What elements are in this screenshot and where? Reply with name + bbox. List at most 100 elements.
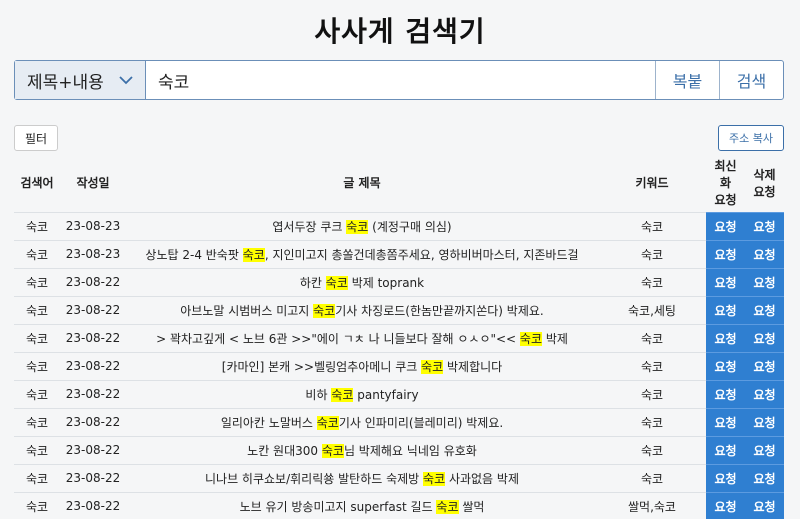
cell-keyword: 숙코 (598, 239, 706, 268)
title-text: pantyfairy (353, 387, 419, 402)
title-highlight: 숙코 (316, 415, 339, 430)
table-row[interactable]: 숙코 23-08-23 엽서두장 쿠크 숙코 (계정구매 의심) 숙코 요청 요청 (14, 211, 784, 240)
cell-title[interactable]: 하칸 숙코 박제 toprank (126, 267, 598, 296)
table-row[interactable]: 숙코 23-08-23 상노탑 2-4 반숙팟 숙코, 지인미고지 총쏠건데총쫌주세… (14, 239, 784, 268)
cell-keyword: 숙코 (598, 323, 706, 352)
cell-title[interactable]: 일리아칸 노말버스 숙코기사 인파미리(블레미리) 박제요. (126, 407, 598, 436)
cell-term: 숙코 (14, 491, 60, 519)
paste-button[interactable]: 복붙 (655, 61, 719, 99)
header-date: 작성일 (76, 176, 110, 191)
cell-keyword: 숙코 (598, 463, 706, 492)
cell-title[interactable]: 엽서두장 쿠크 숙코 (계정구매 의심) (126, 211, 598, 240)
refresh-request-button[interactable]: 요청 (706, 211, 745, 240)
cell-date: 23-08-22 (60, 379, 126, 408)
cell-keyword: 숙코 (598, 351, 706, 380)
delete-request-button[interactable]: 요청 (745, 435, 784, 464)
cell-term: 숙코 (14, 267, 60, 296)
refresh-request-button[interactable]: 요청 (706, 323, 745, 352)
refresh-request-button[interactable]: 요청 (706, 239, 745, 268)
search-button[interactable]: 검색 (719, 61, 783, 99)
table-row[interactable]: 숙코 23-08-22 > 꽉차고깊게 < 노브 6관 >>"에이 ㄱㅊ 나 니들보… (14, 323, 784, 352)
cell-keyword: 숙코 (598, 211, 706, 240)
delete-request-button[interactable]: 요청 (745, 295, 784, 324)
results-table: 검색어 작성일 글 제목 키워드 최신 화 요청 삭제 요청 숙코 23-08-2… (14, 156, 784, 519)
delete-request-button[interactable]: 요청 (745, 491, 784, 519)
search-mode-select[interactable]: 제목+내용 (15, 61, 146, 99)
title-highlight: 숙코 (331, 387, 354, 402)
delete-request-button[interactable]: 요청 (745, 407, 784, 436)
title-text: 사과없음 박제 (445, 471, 519, 486)
delete-request-button[interactable]: 요청 (745, 267, 784, 296)
cell-date: 23-08-22 (60, 295, 126, 324)
refresh-request-button[interactable]: 요청 (706, 463, 745, 492)
refresh-request-button[interactable]: 요청 (706, 435, 745, 464)
header-title: 글 제목 (343, 176, 381, 191)
refresh-request-button[interactable]: 요청 (706, 379, 745, 408)
cell-date: 23-08-22 (60, 323, 126, 352)
cell-term: 숙코 (14, 211, 60, 240)
title-text: 일리아칸 노말버스 (220, 415, 317, 430)
cell-title[interactable]: 아브노말 시범버스 미고지 숙코기사 차징로드(한놈만끝까지쏜다) 박제요. (126, 295, 598, 324)
title-text: 박제합니다 (443, 359, 503, 374)
header-refresh-request: 최신 화 요청 (714, 159, 737, 208)
title-text: 노브 유기 방송미고지 superfast 길드 (239, 499, 437, 514)
search-input[interactable]: 숙코 (146, 61, 655, 99)
cell-title[interactable]: > 꽉차고깊게 < 노브 6관 >>"에이 ㄱㅊ 나 니들보다 잘해 ㅇㅅㅇ"<… (126, 323, 598, 352)
cell-title[interactable]: [카마인] 본캐 >>벨링엄추아메니 쿠크 숙코 박제합니다 (126, 351, 598, 380)
cell-date: 23-08-22 (60, 351, 126, 380)
title-highlight: 숙코 (242, 247, 265, 262)
cell-term: 숙코 (14, 351, 60, 380)
delete-request-button[interactable]: 요청 (745, 239, 784, 268)
title-text: 아브노말 시범버스 미고지 (180, 303, 314, 318)
table-row[interactable]: 숙코 23-08-22 [카마인] 본캐 >>벨링엄추아메니 쿠크 숙코 박제합니다… (14, 351, 784, 380)
cell-keyword: 숙코 (598, 435, 706, 464)
cell-keyword: 숙코,세팅 (598, 295, 706, 324)
copy-address-button[interactable]: 주소 복사 (718, 125, 784, 151)
cell-title[interactable]: 노브 유기 방송미고지 superfast 길드 숙코 쌀먹 (126, 491, 598, 519)
title-text: 비하 (305, 387, 332, 402)
table-row[interactable]: 숙코 23-08-22 노브 유기 방송미고지 superfast 길드 숙코 쌀먹… (14, 491, 784, 519)
title-text: 니나브 히쿠쇼보/휘리릭쑝 발탄하드 숙제방 (205, 471, 424, 486)
table-row[interactable]: 숙코 23-08-22 비하 숙코 pantyfairy 숙코 요청 요청 (14, 379, 784, 408)
cell-title[interactable]: 비하 숙코 pantyfairy (126, 379, 598, 408)
table-row[interactable]: 숙코 23-08-22 아브노말 시범버스 미고지 숙코기사 차징로드(한놈만끝까지… (14, 295, 784, 324)
table-row[interactable]: 숙코 23-08-22 하칸 숙코 박제 toprank 숙코 요청 요청 (14, 267, 784, 296)
cell-term: 숙코 (14, 239, 60, 268)
title-text: , 지인미고지 총쏠건데총쫌주세요, 영하비버마스터, 지존바드걸 (264, 247, 579, 262)
delete-request-button[interactable]: 요청 (745, 351, 784, 380)
table-row[interactable]: 숙코 23-08-22 일리아칸 노말버스 숙코기사 인파미리(블레미리) 박제요.… (14, 407, 784, 436)
cell-title[interactable]: 니나브 히쿠쇼보/휘리릭쑝 발탄하드 숙제방 숙코 사과없음 박제 (126, 463, 598, 492)
refresh-request-button[interactable]: 요청 (706, 491, 745, 519)
refresh-request-button[interactable]: 요청 (706, 407, 745, 436)
table-row[interactable]: 숙코 23-08-22 니나브 히쿠쇼보/휘리릭쑝 발탄하드 숙제방 숙코 사과없음… (14, 463, 784, 492)
title-text: 박제 (542, 331, 568, 346)
refresh-request-button[interactable]: 요청 (706, 295, 745, 324)
table-row[interactable]: 숙코 23-08-22 노칸 원대300 숙코님 박제해요 닉네임 유호화 숙코 요청 요… (14, 435, 784, 464)
header-term: 검색어 (20, 176, 54, 191)
delete-request-button[interactable]: 요청 (745, 463, 784, 492)
title-text: 상노탑 2-4 반숙팟 (145, 247, 243, 262)
cell-keyword: 쌀먹,숙코 (598, 491, 706, 519)
refresh-request-button[interactable]: 요청 (706, 351, 745, 380)
search-mode-label: 제목+내용 (27, 72, 104, 93)
cell-date: 23-08-23 (60, 239, 126, 268)
title-text: 엽서두장 쿠크 (272, 219, 347, 234)
cell-term: 숙코 (14, 379, 60, 408)
cell-term: 숙코 (14, 295, 60, 324)
cell-date: 23-08-23 (60, 211, 126, 240)
refresh-request-button[interactable]: 요청 (706, 267, 745, 296)
cell-title[interactable]: 노칸 원대300 숙코님 박제해요 닉네임 유호화 (126, 435, 598, 464)
title-highlight: 숙코 (436, 499, 459, 514)
cell-keyword: 숙코 (598, 407, 706, 436)
title-highlight: 숙코 (325, 275, 348, 290)
title-highlight: 숙코 (421, 359, 444, 374)
delete-request-button[interactable]: 요청 (745, 379, 784, 408)
delete-request-button[interactable]: 요청 (745, 323, 784, 352)
title-highlight: 숙코 (519, 331, 543, 346)
filter-button[interactable]: 필터 (14, 125, 58, 151)
cell-title[interactable]: 상노탑 2-4 반숙팟 숙코, 지인미고지 총쏠건데총쫌주세요, 영하비버마스터… (126, 239, 598, 268)
cell-date: 23-08-22 (60, 267, 126, 296)
cell-term: 숙코 (14, 407, 60, 436)
delete-request-button[interactable]: 요청 (745, 211, 784, 240)
cell-date: 23-08-22 (60, 435, 126, 464)
